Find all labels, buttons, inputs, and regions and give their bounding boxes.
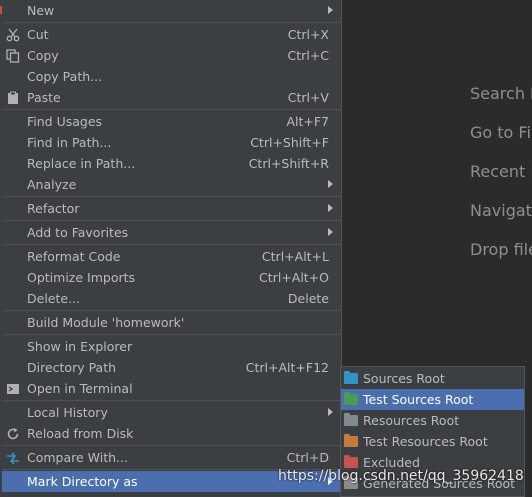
menu-item-label: Show in Explorer — [27, 339, 133, 354]
menu-item-label: Paste — [27, 90, 61, 105]
menu-item-label: Copy — [27, 48, 59, 63]
menu-separator — [2, 310, 341, 311]
menu-item-compare-with[interactable]: Compare With... Ctrl+D — [2, 447, 341, 468]
menu-item-open-in-terminal[interactable]: Open in Terminal — [2, 378, 341, 399]
watermark: https://blog.csdn.net/qq_35962418 — [278, 468, 524, 484]
clipboard-icon — [6, 90, 22, 106]
scissors-icon — [6, 27, 22, 43]
menu-item-new[interactable]: New — [2, 0, 341, 21]
menu-separator — [2, 220, 341, 221]
submenu-arrow-icon — [328, 408, 333, 416]
editor-hint: Search E — [470, 84, 532, 103]
submenu-item-sources-root[interactable]: Sources Root — [341, 368, 524, 389]
terminal-icon — [6, 381, 22, 397]
menu-item-shortcut: Ctrl+C — [287, 48, 329, 63]
menu-item-label: Reformat Code — [27, 249, 121, 264]
menu-item-label: Copy Path... — [27, 69, 103, 84]
editor-hints: Search E Go to Fi Recent F Navigati Drop fil… — [470, 84, 532, 279]
menu-item-reformat-code[interactable]: Reformat Code Ctrl+Alt+L — [2, 246, 341, 267]
menu-item-label: Find in Path... — [27, 135, 112, 150]
submenu-arrow-icon — [328, 6, 333, 14]
menu-item-copy-path[interactable]: Copy Path... — [2, 66, 341, 87]
menu-item-shortcut: Ctrl+Alt+O — [259, 270, 329, 285]
menu-item-shortcut: Ctrl+Alt+F12 — [245, 360, 329, 375]
menu-item-delete[interactable]: Delete... Delete — [2, 288, 341, 309]
reload-icon — [6, 426, 22, 442]
menu-item-local-history[interactable]: Local History — [2, 402, 341, 423]
copy-icon — [6, 48, 22, 64]
menu-item-label: Optimize Imports — [27, 270, 136, 285]
menu-item-label: Reload from Disk — [27, 426, 134, 441]
menu-item-reload-from-disk[interactable]: Reload from Disk — [2, 423, 341, 444]
menu-item-find-usages[interactable]: Find Usages Alt+F7 — [2, 111, 341, 132]
test-resources-folder-icon — [344, 434, 358, 447]
menu-separator — [2, 22, 341, 23]
submenu-item-label: Resources Root — [363, 413, 460, 428]
menu-item-find-in-path[interactable]: Find in Path... Ctrl+Shift+F — [2, 132, 341, 153]
submenu-arrow-icon — [328, 180, 333, 188]
menu-item-build-module[interactable]: Build Module 'homework' — [2, 312, 341, 333]
orange-folder-icon — [344, 455, 358, 468]
menu-item-analyze[interactable]: Analyze — [2, 174, 341, 195]
menu-item-paste[interactable]: Paste Ctrl+V — [2, 87, 341, 108]
menu-separator — [2, 244, 341, 245]
menu-item-label: Add to Favorites — [27, 225, 129, 240]
submenu-arrow-icon — [328, 228, 333, 236]
menu-item-label: Compare With... — [27, 450, 128, 465]
menu-item-show-in-explorer[interactable]: Show in Explorer — [2, 336, 341, 357]
blue-folder-icon — [344, 371, 358, 384]
menu-item-shortcut: Ctrl+X — [287, 27, 329, 42]
menu-item-label: Local History — [27, 405, 108, 420]
context-menu: New Cut Ctrl+X Copy Ctrl+C Copy Path... Paste C… — [2, 0, 342, 497]
menu-item-label: New — [27, 3, 55, 18]
menu-separator — [2, 334, 341, 335]
menu-separator — [2, 400, 341, 401]
menu-item-shortcut: Ctrl+Alt+L — [261, 249, 329, 264]
compare-icon — [6, 450, 22, 466]
menu-item-optimize-imports[interactable]: Optimize Imports Ctrl+Alt+O — [2, 267, 341, 288]
menu-separator — [2, 109, 341, 110]
menu-item-label: Open in Terminal — [27, 381, 133, 396]
menu-item-shortcut: Ctrl+Shift+F — [250, 135, 329, 150]
editor-hint: Navigati — [470, 201, 532, 220]
submenu-arrow-icon — [328, 204, 333, 212]
menu-item-shortcut: Ctrl+Shift+R — [248, 156, 329, 171]
submenu-item-resources-root[interactable]: Resources Root — [341, 410, 524, 431]
menu-item-shortcut: Ctrl+D — [286, 450, 329, 465]
menu-item-directory-path[interactable]: Directory Path Ctrl+Alt+F12 — [2, 357, 341, 378]
menu-item-label: Build Module 'homework' — [27, 315, 185, 330]
menu-item-shortcut: Delete — [287, 291, 329, 306]
menu-item-cut[interactable]: Cut Ctrl+X — [2, 24, 341, 45]
menu-item-refactor[interactable]: Refactor — [2, 198, 341, 219]
editor-hint: Go to Fi — [470, 123, 531, 142]
menu-item-label: Find Usages — [27, 114, 103, 129]
submenu-item-label: Test Sources Root — [363, 392, 474, 407]
menu-separator — [2, 196, 341, 197]
menu-item-label: Directory Path — [27, 360, 117, 375]
menu-separator — [2, 445, 341, 446]
menu-item-label: Analyze — [27, 177, 77, 192]
green-folder-icon — [344, 392, 358, 405]
menu-item-copy[interactable]: Copy Ctrl+C — [2, 45, 341, 66]
editor-hint: Drop file — [470, 240, 532, 259]
submenu-item-test-resources-root[interactable]: Test Resources Root — [341, 431, 524, 452]
editor-hint: Recent F — [470, 162, 532, 181]
menu-item-label: Replace in Path... — [27, 156, 136, 171]
resources-folder-icon — [344, 413, 358, 426]
submenu-item-label: Test Resources Root — [363, 434, 488, 449]
menu-item-label: Delete... — [27, 291, 80, 306]
submenu-item-label: Sources Root — [363, 371, 445, 386]
menu-item-replace-in-path[interactable]: Replace in Path... Ctrl+Shift+R — [2, 153, 341, 174]
menu-item-label: Cut — [27, 27, 49, 42]
menu-item-label: Mark Directory as — [27, 474, 138, 489]
menu-item-shortcut: Ctrl+V — [287, 90, 329, 105]
menu-item-shortcut: Alt+F7 — [286, 114, 329, 129]
submenu-item-test-sources-root[interactable]: Test Sources Root — [341, 389, 524, 410]
menu-item-label: Refactor — [27, 201, 80, 216]
menu-item-add-to-favorites[interactable]: Add to Favorites — [2, 222, 341, 243]
